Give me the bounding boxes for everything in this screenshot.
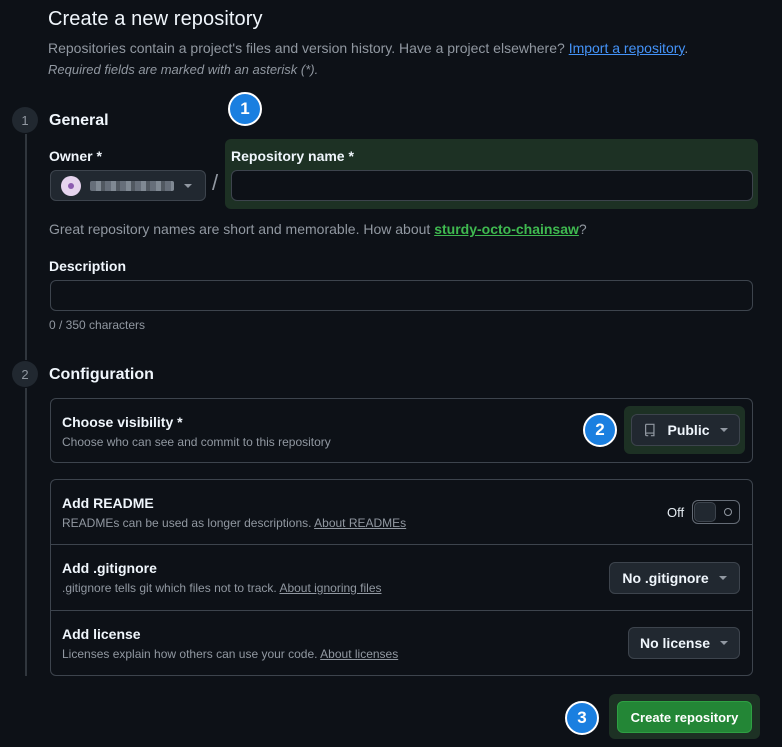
callout-badge-1: 1 [228, 92, 262, 126]
description-input[interactable] [50, 280, 753, 311]
intro-copy: Repositories contain a project's files a… [48, 40, 565, 56]
visibility-value: Public [667, 422, 710, 438]
owner-repo-separator: / [212, 170, 219, 195]
readme-toggle-label: Off [667, 505, 685, 520]
license-desc-text: Licenses explain how others can use your… [62, 647, 318, 661]
license-title: Add license [62, 626, 141, 642]
callout-badge-3: 3 [565, 701, 599, 735]
timeline-line [25, 134, 27, 360]
description-char-count: 0 / 350 characters [49, 318, 146, 332]
repo-icon [645, 423, 656, 437]
readme-toggle[interactable] [692, 500, 740, 524]
step-1-marker: 1 [12, 107, 38, 133]
license-desc: Licenses explain how others can use your… [62, 647, 398, 661]
general-section-title: General [49, 112, 109, 129]
about-ignoring-files-link[interactable]: About ignoring files [279, 581, 381, 595]
owner-select[interactable] [50, 170, 206, 201]
description-label: Description [49, 258, 127, 274]
visibility-select[interactable]: Public [631, 414, 740, 446]
repo-name-input[interactable] [231, 170, 753, 201]
chevron-down-icon [184, 183, 192, 188]
callout-badge-2: 2 [583, 413, 617, 447]
visibility-desc: Choose who can see and commit to this re… [62, 435, 331, 449]
configuration-section-title: Configuration [49, 366, 154, 383]
create-repository-button[interactable]: Create repository [617, 701, 752, 733]
chevron-down-icon [719, 428, 728, 432]
gitignore-value: No .gitignore [622, 570, 709, 586]
gitignore-title: Add .gitignore [62, 560, 157, 576]
chevron-down-icon [720, 641, 729, 645]
intro-end: . [684, 40, 689, 56]
toggle-off-icon [724, 508, 732, 516]
suggested-name-link[interactable]: sturdy-octo-chainsaw [434, 221, 579, 237]
readme-title: Add README [62, 495, 154, 511]
visibility-title: Choose visibility * [62, 414, 183, 430]
gitignore-select[interactable]: No .gitignore [609, 562, 740, 594]
readme-desc: READMEs can be used as longer descriptio… [62, 516, 406, 530]
chevron-down-icon [718, 576, 727, 580]
gitignore-desc-text: .gitignore tells git which files not to … [62, 581, 277, 595]
divider [51, 610, 752, 611]
required-note: Required fields are marked with an aster… [48, 62, 319, 77]
suggestion-suffix: ? [578, 221, 587, 237]
gitignore-desc: .gitignore tells git which files not to … [62, 581, 382, 595]
about-licenses-link[interactable]: About licenses [320, 647, 398, 661]
toggle-knob [694, 502, 716, 522]
license-select[interactable]: No license [628, 627, 740, 659]
import-repository-link[interactable]: Import a repository [569, 40, 685, 56]
avatar [61, 175, 81, 196]
about-readmes-link[interactable]: About READMEs [314, 516, 406, 530]
readme-desc-text: READMEs can be used as longer descriptio… [62, 516, 312, 530]
suggestion-prefix: Great repository names are short and mem… [49, 221, 431, 237]
owner-label: Owner * [49, 148, 102, 164]
page-title: Create a new repository [48, 8, 263, 30]
repo-name-label: Repository name * [231, 148, 354, 164]
intro-text: Repositories contain a project's files a… [48, 40, 688, 56]
timeline-line-config [25, 388, 27, 676]
name-suggestion: Great repository names are short and mem… [49, 221, 587, 237]
step-2-marker: 2 [12, 361, 38, 387]
license-value: No license [639, 635, 711, 651]
owner-name-redacted [90, 180, 174, 191]
divider [51, 544, 752, 545]
